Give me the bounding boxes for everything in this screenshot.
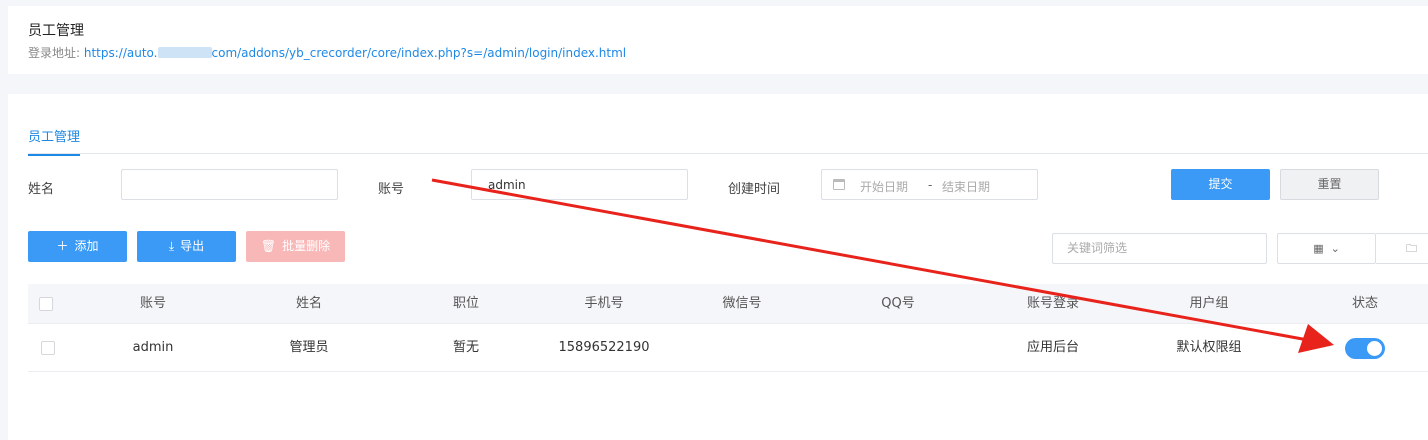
col-position: 职位 bbox=[452, 296, 480, 311]
cell-phone: 15896522190 bbox=[558, 340, 650, 355]
column-toggle-button[interactable]: ▦ ⌄ bbox=[1277, 233, 1376, 264]
export-button[interactable]: ⤓ 导出 bbox=[137, 231, 236, 262]
address-link[interactable]: https://auto. com/addons/yb_crecorder/cor… bbox=[84, 46, 626, 60]
add-label: 添加 bbox=[74, 239, 99, 253]
name-label: 姓名 bbox=[28, 182, 55, 197]
folder-icon: 🗀 bbox=[1406, 242, 1417, 255]
col-group: 用户组 bbox=[1189, 296, 1229, 311]
account-label: 账号 bbox=[378, 182, 405, 197]
table-row: admin 管理员 暂无 15896522190 应用后台 默认权限组 bbox=[28, 324, 1428, 372]
download-icon: ⤓ bbox=[168, 239, 175, 253]
login-address: 登录地址: https://auto. com/addons/yb_crecord… bbox=[28, 44, 626, 61]
batch-delete-button[interactable]: 🗑 批量删除 bbox=[246, 231, 345, 262]
col-login: 账号登录 bbox=[1026, 296, 1080, 311]
tab-divider bbox=[28, 153, 1428, 154]
select-all-checkbox[interactable] bbox=[39, 297, 53, 311]
export-folder-button[interactable]: 🗀 bbox=[1376, 233, 1428, 264]
col-phone: 手机号 bbox=[584, 296, 624, 311]
col-account: 账号 bbox=[139, 296, 167, 311]
cell-login: 应用后台 bbox=[1026, 340, 1080, 355]
tab-staff-management[interactable]: 员工管理 bbox=[28, 126, 81, 156]
created-time-label: 创建时间 bbox=[728, 182, 781, 197]
reset-button[interactable]: 重置 bbox=[1280, 169, 1379, 200]
date-start[interactable]: 开始日期 bbox=[860, 178, 908, 195]
submit-button[interactable]: 提交 bbox=[1171, 169, 1270, 200]
cell-account: admin bbox=[132, 340, 174, 355]
main-panel: 员工管理 姓名 账号 创建时间 开始日期 - 结束日期 提交 重置 ＋ 添加 ⤓ 导… bbox=[8, 94, 1428, 440]
toggle-knob bbox=[1367, 341, 1382, 356]
redacted-domain bbox=[157, 47, 212, 58]
account-input[interactable] bbox=[471, 169, 688, 200]
row-checkbox[interactable] bbox=[41, 341, 55, 355]
col-status: 状态 bbox=[1351, 296, 1379, 311]
calendar-icon bbox=[833, 179, 845, 190]
trash-icon: 🗑 bbox=[260, 239, 277, 253]
cell-position: 暂无 bbox=[452, 340, 480, 355]
name-input[interactable] bbox=[121, 169, 338, 200]
date-range-picker[interactable]: 开始日期 - 结束日期 bbox=[821, 169, 1038, 200]
cell-group: 默认权限组 bbox=[1176, 340, 1242, 355]
col-name: 姓名 bbox=[295, 296, 323, 311]
chevron-down-icon: ⌄ bbox=[1330, 242, 1340, 255]
col-wechat: 微信号 bbox=[722, 296, 762, 311]
status-toggle[interactable] bbox=[1345, 338, 1385, 359]
date-end[interactable]: 结束日期 bbox=[942, 178, 990, 195]
grid-icon: ▦ bbox=[1313, 242, 1324, 255]
address-label: 登录地址: bbox=[28, 46, 81, 60]
page-title: 员工管理 bbox=[28, 23, 84, 39]
col-qq: QQ号 bbox=[881, 296, 915, 311]
cell-name: 管理员 bbox=[289, 340, 329, 355]
keyword-filter-input[interactable]: 关键词筛选 bbox=[1052, 233, 1267, 264]
date-separator: - bbox=[928, 178, 933, 192]
address-suffix: com/addons/yb_crecorder/core/index.php?s… bbox=[211, 46, 627, 60]
add-button[interactable]: ＋ 添加 bbox=[28, 231, 127, 262]
plus-icon: ＋ bbox=[56, 239, 69, 253]
header-panel: 员工管理 登录地址: https://auto. com/addons/yb_cr… bbox=[8, 6, 1428, 74]
table-header: 账号 姓名 职位 手机号 微信号 QQ号 账号登录 用户组 状态 bbox=[28, 284, 1428, 324]
batch-delete-label: 批量删除 bbox=[282, 239, 331, 253]
export-label: 导出 bbox=[180, 239, 205, 253]
address-prefix: https://auto. bbox=[83, 46, 158, 60]
